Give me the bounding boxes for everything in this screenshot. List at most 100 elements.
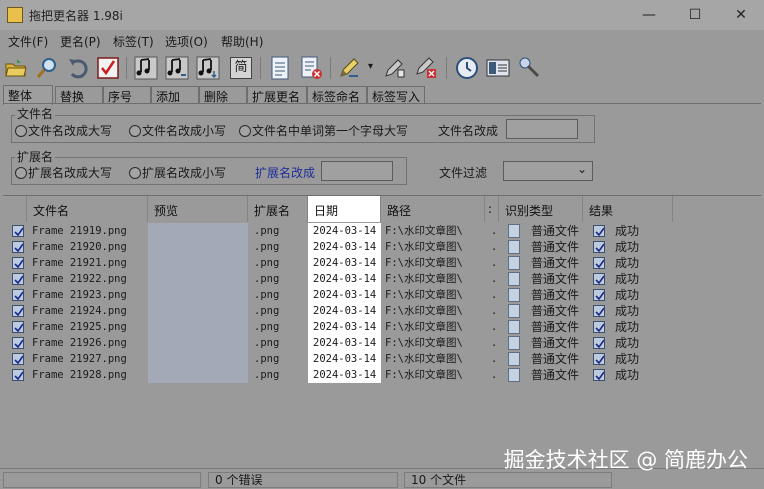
- cell-preview: [148, 255, 248, 271]
- tab-tag-naming[interactable]: 标签命名: [307, 86, 367, 104]
- cell-preview: [148, 351, 248, 367]
- radio-label: 文件名改成大写: [28, 124, 113, 138]
- toolbar-separator: [126, 57, 127, 79]
- clock-icon[interactable]: [454, 55, 480, 81]
- header-extension[interactable]: 扩展名: [248, 196, 308, 222]
- pin-tool-icon[interactable]: [516, 55, 542, 81]
- cell-type: 普通文件: [531, 240, 580, 254]
- document-list-icon[interactable]: [267, 55, 293, 81]
- row-checkbox[interactable]: [12, 369, 24, 381]
- menu-file[interactable]: 文件(F): [8, 33, 48, 50]
- header-preview[interactable]: 预览: [148, 196, 248, 222]
- extension-rename-link[interactable]: 扩展名改成: [255, 164, 315, 181]
- table-row[interactable]: Frame 21927.png .png 2024-03-14 F:\水印文章图\. 普…: [3, 351, 761, 367]
- table-row[interactable]: Frame 21926.png .png 2024-03-14 F:\水印文章图\. 普…: [3, 335, 761, 351]
- tab-tag-write[interactable]: 标签写入: [367, 86, 425, 104]
- header-filename[interactable]: 文件名: [27, 196, 148, 222]
- cell-path: F:\水印文章图\: [385, 337, 463, 349]
- row-checkbox[interactable]: [12, 241, 24, 253]
- table-row[interactable]: Frame 21920.png .png 2024-03-14 F:\水印文章图\. 普…: [3, 239, 761, 255]
- extension-rename-input[interactable]: [321, 161, 393, 181]
- table-row[interactable]: Frame 21925.png .png 2024-03-14 F:\水印文章图\. 普…: [3, 319, 761, 335]
- radio-label: 文件名改成小写: [142, 124, 227, 138]
- menu-options[interactable]: 选项(O): [165, 33, 208, 50]
- table-row[interactable]: Frame 21921.png .png 2024-03-14 F:\水印文章图\. 普…: [3, 255, 761, 271]
- filename-rename-input[interactable]: [506, 119, 578, 139]
- tab-extension-rename[interactable]: 扩展更名: [247, 86, 307, 104]
- cell-filename: Frame 21926.png: [32, 337, 127, 349]
- pen-edit-icon[interactable]: [336, 55, 362, 81]
- filename-rename-label: 文件名改成: [438, 124, 499, 138]
- cell-extension: .png: [254, 289, 280, 301]
- tag-delete-icon[interactable]: [413, 55, 439, 81]
- file-filter-select[interactable]: ⌄: [503, 161, 593, 181]
- row-checkbox[interactable]: [12, 305, 24, 317]
- row-checkbox[interactable]: [12, 273, 24, 285]
- row-checkbox[interactable]: [12, 289, 24, 301]
- header-type[interactable]: 识别类型: [499, 196, 583, 222]
- header-path[interactable]: 路径: [381, 196, 485, 222]
- radio-label: 文件名中单词第一个字母大写: [252, 124, 409, 138]
- table-row[interactable]: Frame 21924.png .png 2024-03-14 F:\水印文章图\. 普…: [3, 303, 761, 319]
- open-folder-icon[interactable]: [3, 55, 29, 81]
- cell-filename: Frame 21921.png: [32, 257, 127, 269]
- table-row[interactable]: Frame 21919.png .png 2024-03-14 F:\水印文章图\. 普…: [3, 223, 761, 239]
- radio-filename-lower[interactable]: 文件名改成小写: [129, 122, 226, 139]
- radio-label: 扩展名改成大写: [28, 166, 113, 180]
- cell-type: 普通文件: [531, 320, 580, 334]
- music-tag-1-icon[interactable]: [133, 55, 159, 81]
- tab-overall[interactable]: 整体: [3, 85, 53, 105]
- undo-icon[interactable]: [65, 55, 91, 81]
- cell-result: 成功: [615, 352, 640, 366]
- tab-replace[interactable]: 替换: [55, 86, 103, 104]
- cell-colon: .: [491, 337, 498, 349]
- dropdown-arrow-icon[interactable]: ▾: [368, 61, 373, 72]
- tab-sequence[interactable]: 序号: [103, 86, 151, 104]
- document-delete-icon[interactable]: [298, 55, 324, 81]
- cell-extension: .png: [254, 241, 280, 253]
- menu-tag[interactable]: 标签(T): [113, 33, 154, 50]
- row-checkbox[interactable]: [12, 257, 24, 269]
- search-icon[interactable]: [34, 55, 60, 81]
- row-checkbox[interactable]: [12, 353, 24, 365]
- row-checkbox[interactable]: [12, 337, 24, 349]
- cell-extension: .png: [254, 369, 280, 381]
- app-icon: [7, 7, 23, 23]
- minimize-button[interactable]: —: [626, 0, 672, 30]
- music-tag-2-icon[interactable]: [164, 55, 190, 81]
- chevron-down-icon: ⌄: [576, 162, 587, 176]
- cell-type: 普通文件: [531, 368, 580, 382]
- menu-help[interactable]: 帮助(H): [221, 33, 263, 50]
- row-checkbox[interactable]: [12, 321, 24, 333]
- apply-rename-icon[interactable]: [95, 55, 121, 81]
- header-result[interactable]: 结果: [583, 196, 673, 222]
- radio-extension-upper[interactable]: 扩展名改成大写: [15, 164, 112, 181]
- header-check: [3, 196, 27, 222]
- result-checkbox: [593, 369, 605, 381]
- table-row[interactable]: Frame 21928.png .png 2024-03-14 F:\水印文章图\. 普…: [3, 367, 761, 383]
- quick-tag-icon[interactable]: [382, 55, 408, 81]
- header-colon[interactable]: :: [485, 196, 499, 222]
- cell-type: 普通文件: [531, 336, 580, 350]
- radio-filename-capitalize[interactable]: 文件名中单词第一个字母大写: [239, 122, 408, 139]
- tab-add[interactable]: 添加: [151, 86, 199, 104]
- cell-preview: [148, 303, 248, 319]
- tab-delete[interactable]: 删除: [199, 86, 247, 104]
- table-row[interactable]: Frame 21923.png .png 2024-03-14 F:\水印文章图\. 普…: [3, 287, 761, 303]
- radio-extension-lower[interactable]: 扩展名改成小写: [129, 164, 226, 181]
- maximize-button[interactable]: ☐: [672, 0, 718, 30]
- cell-colon: .: [491, 225, 498, 237]
- music-tag-3-icon[interactable]: [195, 55, 221, 81]
- header-date[interactable]: 日期: [308, 196, 381, 222]
- radio-filename-upper[interactable]: 文件名改成大写: [15, 122, 112, 139]
- panel-toggle-icon[interactable]: [485, 55, 511, 81]
- table-row[interactable]: Frame 21922.png .png 2024-03-14 F:\水印文章图\. 普…: [3, 271, 761, 287]
- menu-rename[interactable]: 更名(P): [60, 33, 101, 50]
- simplified-icon[interactable]: 简: [228, 55, 254, 81]
- result-checkbox: [593, 353, 605, 365]
- cell-path: F:\水印文章图\: [385, 273, 463, 285]
- row-checkbox[interactable]: [12, 225, 24, 237]
- close-button[interactable]: ✕: [718, 0, 764, 30]
- document-icon: [508, 352, 520, 366]
- menu-bar: 文件(F) 更名(P) 标签(T) 选项(O) 帮助(H): [0, 30, 764, 52]
